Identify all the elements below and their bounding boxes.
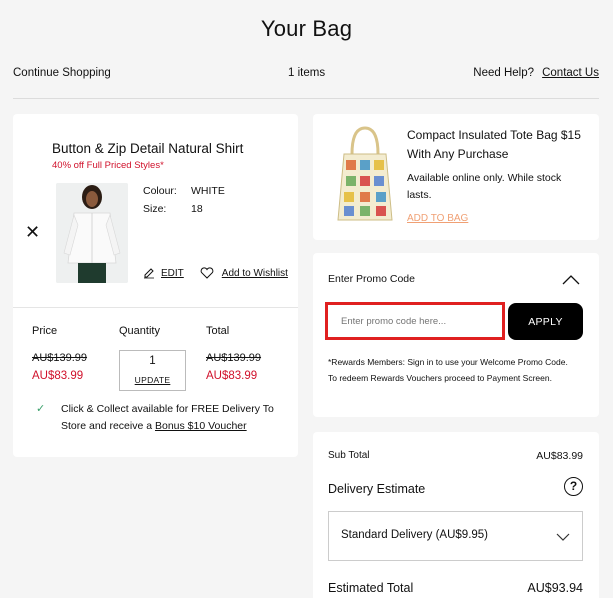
- chevron-up-icon[interactable]: [562, 271, 580, 289]
- apply-button[interactable]: APPLY: [508, 303, 583, 340]
- colour-value: WHITE: [191, 185, 225, 197]
- product-name[interactable]: Button & Zip Detail Natural Shirt: [52, 141, 243, 156]
- help-question-icon[interactable]: ?: [564, 477, 583, 496]
- tote-offer-subtitle: Available online only. While stock lasts…: [407, 172, 562, 201]
- page-title: Your Bag: [260, 16, 353, 41]
- product-image[interactable]: [56, 183, 128, 283]
- add-to-wishlist-link[interactable]: Add to Wishlist: [222, 268, 288, 279]
- delivery-estimate-heading: Delivery Estimate: [328, 482, 426, 496]
- promo-heading: Enter Promo Code: [328, 273, 415, 285]
- contact-us-link[interactable]: Contact Us: [542, 67, 599, 79]
- heart-icon[interactable]: [200, 267, 214, 279]
- check-icon: ✓: [36, 403, 46, 415]
- promo-code-input[interactable]: [325, 302, 505, 340]
- continue-shopping-link[interactable]: Continue Shopping: [13, 67, 111, 79]
- product-promo: 40% off Full Priced Styles*: [52, 160, 164, 171]
- quantity-header: Quantity: [119, 325, 160, 337]
- total-header: Total: [206, 325, 230, 337]
- top-divider: [13, 98, 599, 99]
- need-help-label: Need Help?: [473, 67, 534, 79]
- bag-item-card: Button & Zip Detail Natural Shirt 40% of…: [13, 114, 298, 457]
- promo-code-card: Enter Promo Code APPLY *Rewards Members:…: [313, 253, 599, 417]
- top-bar: Continue Shopping 1 items Need Help? Con…: [13, 67, 599, 83]
- order-summary-card: Sub Total AU$83.99 Delivery Estimate ? S…: [313, 432, 599, 598]
- quantity-input[interactable]: 1: [120, 355, 185, 367]
- total-sale: AU$83.99: [206, 370, 258, 382]
- subtotal-value: AU$83.99: [536, 450, 583, 462]
- click-collect-info: ✓ Click & Collect available for FREE Del…: [36, 401, 286, 435]
- size-value: 18: [191, 203, 203, 215]
- total-original: AU$139.99: [206, 352, 262, 364]
- item-divider: [13, 307, 298, 308]
- tote-offer-card: Compact Insulated Tote Bag $15 With Any …: [313, 114, 599, 240]
- edit-link[interactable]: EDIT: [161, 268, 184, 279]
- update-quantity-button[interactable]: UPDATE: [120, 375, 185, 385]
- price-header: Price: [32, 325, 58, 337]
- delivery-select[interactable]: Standard Delivery (AU$9.95): [328, 511, 583, 561]
- promo-note: *Rewards Members: Sign in to use your We…: [328, 357, 568, 383]
- subtotal-label: Sub Total: [328, 450, 370, 461]
- edit-icon[interactable]: [143, 267, 155, 279]
- price-sale: AU$83.99: [32, 370, 84, 382]
- colour-label: Colour:: [143, 185, 177, 197]
- add-to-bag-link[interactable]: ADD TO BAG: [407, 213, 468, 224]
- remove-item-icon[interactable]: ✕: [25, 222, 40, 243]
- delivery-selected-option: Standard Delivery (AU$9.95): [341, 529, 489, 541]
- price-original: AU$139.99: [32, 352, 88, 364]
- chevron-down-icon: [556, 530, 570, 544]
- estimated-total-value: AU$93.94: [527, 581, 583, 595]
- item-count: 1 items: [288, 67, 326, 79]
- item-actions: EDIT Add to Wishlist: [143, 267, 288, 279]
- tote-bag-image: [330, 124, 400, 224]
- quantity-stepper: 1 UPDATE: [119, 350, 186, 391]
- tote-offer-title: Compact Insulated Tote Bag $15 With Any …: [407, 128, 581, 161]
- bonus-voucher-link[interactable]: Bonus $10 Voucher: [155, 420, 247, 432]
- estimated-total-label: Estimated Total: [328, 581, 414, 595]
- size-label: Size:: [143, 203, 167, 215]
